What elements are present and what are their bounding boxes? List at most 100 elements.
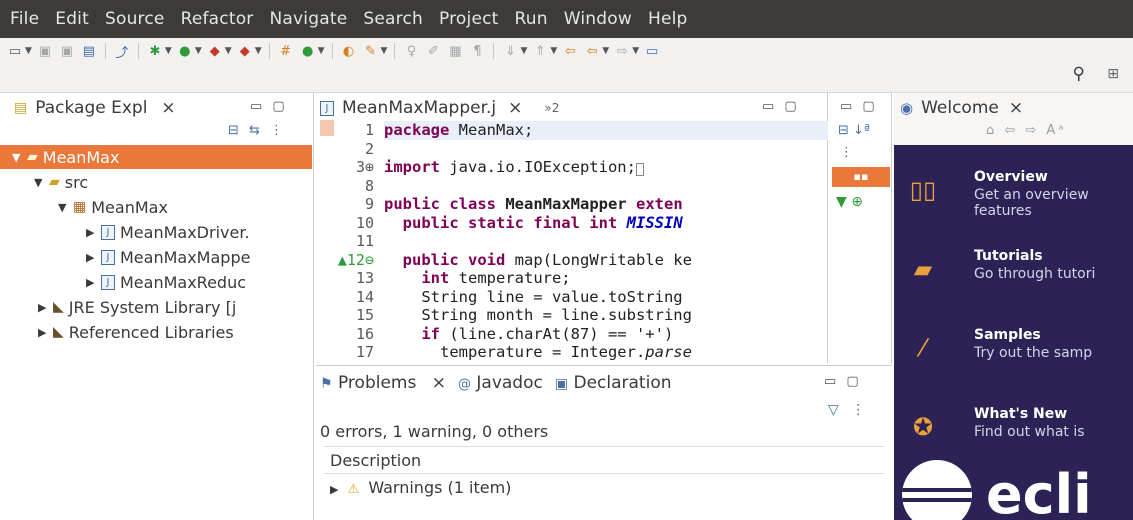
welcome-nav-icons[interactable]: ⌂ ⇦ ⇨ Aᵃ	[986, 123, 1066, 138]
tab-declaration[interactable]: ▣ Declaration	[555, 373, 672, 393]
quick-access-search-icon[interactable]: ⚲	[1073, 64, 1085, 84]
debug-dropdown-icon[interactable]: ▼	[165, 46, 172, 56]
menu-project[interactable]: Project	[439, 9, 499, 29]
outline-toolbar-icon[interactable]: ⊟ ↓ª	[838, 123, 870, 138]
line-number: 8	[364, 177, 374, 195]
menu-source[interactable]: Source	[105, 9, 165, 29]
new-package-icon[interactable]: #	[277, 42, 295, 60]
tree-item-reducer[interactable]: ▶ J MeanMaxReduc	[86, 270, 246, 294]
menu-refactor[interactable]: Refactor	[181, 9, 254, 29]
prev-annotation-dropdown-icon[interactable]: ▼	[550, 46, 557, 56]
welcome-item-samples[interactable]: ⁄ Samples Try out the samp	[894, 325, 1133, 395]
book-icon: ▯▯	[909, 176, 937, 204]
expand-arrow-icon[interactable]: ▼	[12, 151, 22, 164]
collapse-link-view-menu-icon[interactable]: ⊟ ⇆ ⋮	[228, 123, 286, 138]
open-type-icon[interactable]: ◐	[340, 42, 358, 60]
description-column-header[interactable]: Description	[324, 446, 884, 474]
welcome-tab[interactable]: ◉ Welcome ×	[900, 95, 1023, 121]
perspective-grid-icon[interactable]: ⊞	[1107, 66, 1119, 82]
debug-icon[interactable]: ✱	[146, 42, 164, 60]
search-tool-icon[interactable]: ✎	[362, 42, 380, 60]
tree-item-mapper[interactable]: ▶ J MeanMaxMappe	[86, 245, 250, 269]
new-class-icon[interactable]: ●	[299, 42, 317, 60]
close-icon[interactable]: ×	[161, 98, 175, 118]
run-icon[interactable]: ●	[176, 42, 194, 60]
override-marker-line-number[interactable]: ▲12⊖	[316, 251, 374, 269]
expand-arrow-icon[interactable]: ▶	[38, 326, 48, 339]
next-annotation-dropdown-icon[interactable]: ▼	[520, 46, 527, 56]
forward-icon[interactable]: ⇨	[613, 42, 631, 60]
tree-item-driver[interactable]: ▶ J MeanMaxDriver.	[86, 220, 250, 244]
welcome-item-overview[interactable]: ▯▯ Overview Get an overview features	[894, 167, 1133, 237]
save-all-icon[interactable]: ▣	[58, 42, 76, 60]
close-icon[interactable]: ×	[432, 373, 446, 393]
menu-search[interactable]: Search	[363, 9, 423, 29]
menu-help[interactable]: Help	[648, 9, 688, 29]
warnings-tree-row[interactable]: ▶ ⚠ Warnings (1 item)	[330, 478, 511, 497]
outline-selected-imports[interactable]: ▪▪	[832, 167, 890, 187]
close-icon[interactable]: ×	[508, 98, 522, 118]
last-edit-icon[interactable]: ⇦	[561, 42, 579, 60]
view-minimize-maximize-icon[interactable]: ▭ ▢	[250, 99, 288, 114]
run-external-icon[interactable]: ◆	[206, 42, 224, 60]
expand-arrow-icon[interactable]: ▶	[86, 251, 96, 264]
menu-file[interactable]: File	[10, 9, 39, 29]
new-dropdown-icon[interactable]: ▼	[25, 46, 32, 56]
line-number[interactable]: 3⊕	[316, 158, 374, 176]
filter-view-menu-icon[interactable]: ▽ ⋮	[828, 402, 869, 418]
welcome-item-tutorials[interactable]: ▰ Tutorials Go through tutori	[894, 246, 1133, 316]
toggle-mark-icon[interactable]: ♀	[402, 42, 420, 60]
coverage-icon[interactable]: ◆	[236, 42, 254, 60]
run-dropdown-icon[interactable]: ▼	[195, 46, 202, 56]
back-dropdown-icon[interactable]: ▼	[602, 46, 609, 56]
menu-run[interactable]: Run	[515, 9, 548, 29]
block-selection-icon[interactable]: ▦	[446, 42, 464, 60]
prev-annotation-icon[interactable]: ⇑	[531, 42, 549, 60]
tree-item-src[interactable]: ▼ ▰ src	[34, 170, 88, 194]
search-dropdown-icon[interactable]: ▼	[381, 46, 388, 56]
new-class-dropdown-icon[interactable]: ▼	[318, 46, 325, 56]
next-annotation-icon[interactable]: ⇓	[501, 42, 519, 60]
expand-arrow-icon[interactable]: ▶	[38, 301, 48, 314]
view-minimize-maximize-icon[interactable]: ▭ ▢	[824, 374, 862, 389]
terminal-icon[interactable]: ▤	[80, 42, 98, 60]
tree-item-jre-library[interactable]: ▶ ◣ JRE System Library [j	[38, 295, 236, 319]
skip-breakpoints-icon[interactable]: ⤴	[113, 42, 131, 61]
tree-item-package[interactable]: ▼ ▦ MeanMax	[58, 195, 168, 219]
back-icon[interactable]: ⇦	[583, 42, 601, 60]
star-icon: ✪	[912, 413, 934, 441]
code-line-12: public void map(LongWritable ke	[402, 251, 692, 269]
close-icon[interactable]: ×	[1009, 98, 1023, 118]
tree-item-referenced-libraries[interactable]: ▶ ◣ Referenced Libraries	[38, 320, 234, 344]
open-perspective-icon[interactable]: ▭	[643, 42, 661, 60]
show-whitespace-icon[interactable]: ¶	[468, 42, 486, 60]
tree-item-project[interactable]: ▼ ▰ MeanMax	[0, 145, 312, 169]
editor-tab-meanmaxmapper[interactable]: J MeanMaxMapper.j × »2	[320, 95, 559, 121]
code-area[interactable]: package MeanMax; import java.io.IOExcept…	[384, 119, 828, 363]
toggle-highlight-icon[interactable]: ✐	[424, 42, 442, 60]
problems-icon: ⚑	[320, 376, 333, 392]
view-minimize-maximize-icon[interactable]: ▭ ▢	[840, 99, 878, 114]
external-dropdown-icon[interactable]: ▼	[225, 46, 232, 56]
more-tabs-indicator[interactable]: »2	[544, 101, 559, 115]
expand-arrow-icon[interactable]: ▶	[330, 483, 338, 496]
expand-arrow-icon[interactable]: ▼	[34, 176, 44, 189]
menu-window[interactable]: Window	[564, 9, 632, 29]
coverage-dropdown-icon[interactable]: ▼	[255, 46, 262, 56]
tab-label: Declaration	[573, 373, 672, 393]
menu-edit[interactable]: Edit	[55, 9, 89, 29]
tab-javadoc[interactable]: @ Javadoc	[458, 373, 543, 393]
new-wizard-icon[interactable]: ▭	[6, 42, 24, 60]
menu-navigate[interactable]: Navigate	[270, 9, 348, 29]
forward-dropdown-icon[interactable]: ▼	[632, 46, 639, 56]
tab-problems[interactable]: ⚑ Problems ×	[320, 373, 446, 393]
tree-item-label: MeanMax	[91, 197, 168, 217]
package-explorer-tab[interactable]: ▤ Package Expl ×	[14, 95, 176, 121]
expand-arrow-icon[interactable]: ▼	[58, 201, 68, 214]
view-menu-icon[interactable]: ⋮	[840, 145, 853, 160]
expand-arrow-icon[interactable]: ▶	[86, 276, 96, 289]
expand-arrow-icon[interactable]: ▶	[86, 226, 96, 239]
outline-class-icon[interactable]: ▼ ⊕	[836, 194, 863, 210]
view-minimize-maximize-icon[interactable]: ▭ ▢	[762, 99, 800, 114]
save-icon[interactable]: ▣	[36, 42, 54, 60]
